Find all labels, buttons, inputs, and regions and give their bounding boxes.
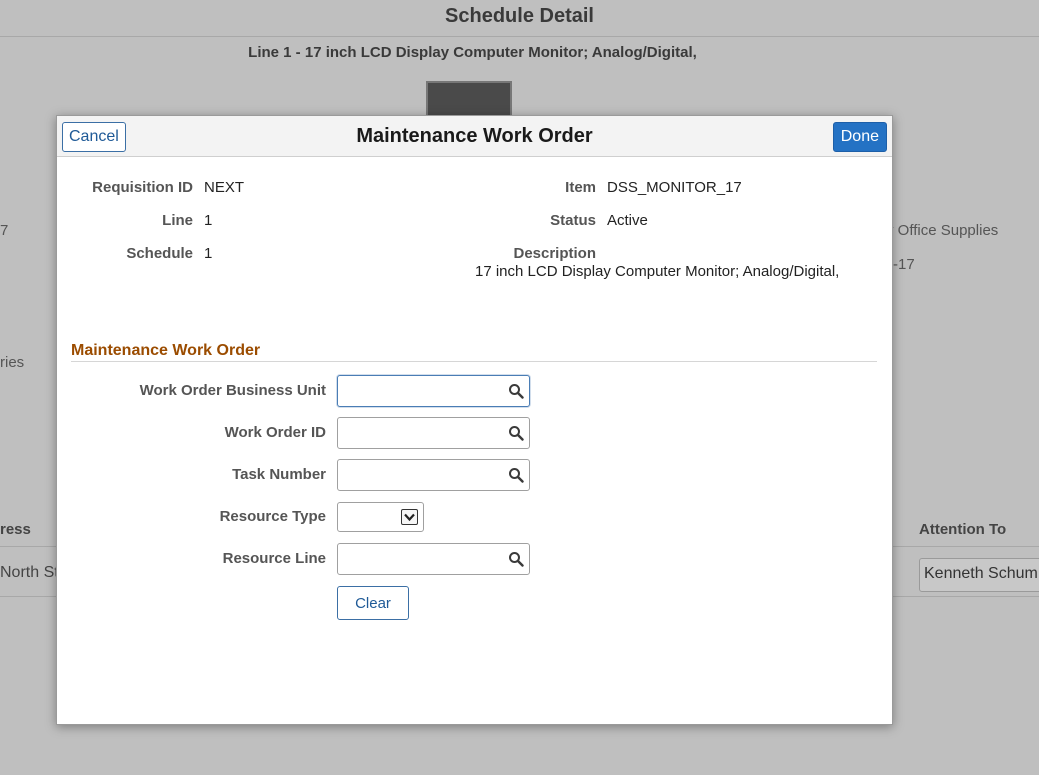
modal-header: Maintenance Work Order Cancel Done xyxy=(57,116,892,157)
line-value: 1 xyxy=(204,212,213,229)
requisition-id-value: NEXT xyxy=(204,179,245,196)
cancel-button[interactable]: Cancel xyxy=(62,122,126,152)
status-label: Status xyxy=(550,212,596,229)
work-order-business-unit-input[interactable] xyxy=(342,379,506,405)
bg-fragment-left-1: 7 xyxy=(0,222,9,239)
schedule-value: 1 xyxy=(204,245,213,262)
schedule-label: Schedule xyxy=(126,245,193,262)
description-value: 17 inch LCD Display Computer Monitor; An… xyxy=(475,263,840,280)
bg-fragment-right-2: -17 xyxy=(893,256,915,273)
maintenance-work-order-modal: Maintenance Work Order Cancel Done Requi… xyxy=(56,115,893,725)
resource-line-input[interactable] xyxy=(342,547,506,573)
page-title: Schedule Detail xyxy=(0,0,1039,37)
item-label: Item xyxy=(565,179,596,196)
modal-title: Maintenance Work Order xyxy=(356,125,593,147)
bg-fragment-left-2: ries xyxy=(0,354,25,371)
work-order-business-unit-label: Work Order Business Unit xyxy=(139,382,326,399)
done-button[interactable]: Done xyxy=(832,122,887,152)
table-header-attention-to: Attention To xyxy=(919,521,1007,538)
attention-to-field[interactable]: Kenneth Schum xyxy=(919,558,1039,592)
search-icon[interactable] xyxy=(508,425,524,441)
requisition-id-label: Requisition ID xyxy=(92,179,193,196)
resource-line-label: Resource Line xyxy=(222,550,326,567)
search-icon[interactable] xyxy=(508,383,524,399)
work-order-id-input[interactable] xyxy=(342,421,506,447)
task-number-input[interactable] xyxy=(342,463,506,489)
status-value: Active xyxy=(607,212,648,229)
clear-button[interactable]: Clear xyxy=(337,586,409,620)
search-icon[interactable] xyxy=(508,551,524,567)
table-cell-address: North St xyxy=(0,564,59,581)
resource-line-field xyxy=(337,543,530,575)
search-icon[interactable] xyxy=(508,467,524,483)
task-number-field xyxy=(337,459,530,491)
resource-type-label: Resource Type xyxy=(219,508,326,525)
line-label: Line xyxy=(162,212,193,229)
bg-fragment-right-1: y Office Supplies xyxy=(886,222,999,239)
task-number-label: Task Number xyxy=(232,466,326,483)
resource-type-select[interactable] xyxy=(337,502,424,532)
work-order-business-unit-field xyxy=(337,375,530,407)
description-label: Description xyxy=(513,245,596,262)
item-value: DSS_MONITOR_17 xyxy=(607,179,742,196)
line-title: Line 1 - 17 inch LCD Display Computer Mo… xyxy=(248,44,697,61)
section-divider xyxy=(71,361,877,362)
work-order-id-label: Work Order ID xyxy=(224,424,326,441)
section-title: Maintenance Work Order xyxy=(71,342,261,359)
table-header-address: ress xyxy=(0,521,31,538)
work-order-id-field xyxy=(337,417,530,449)
chevron-down-icon[interactable] xyxy=(401,509,418,525)
